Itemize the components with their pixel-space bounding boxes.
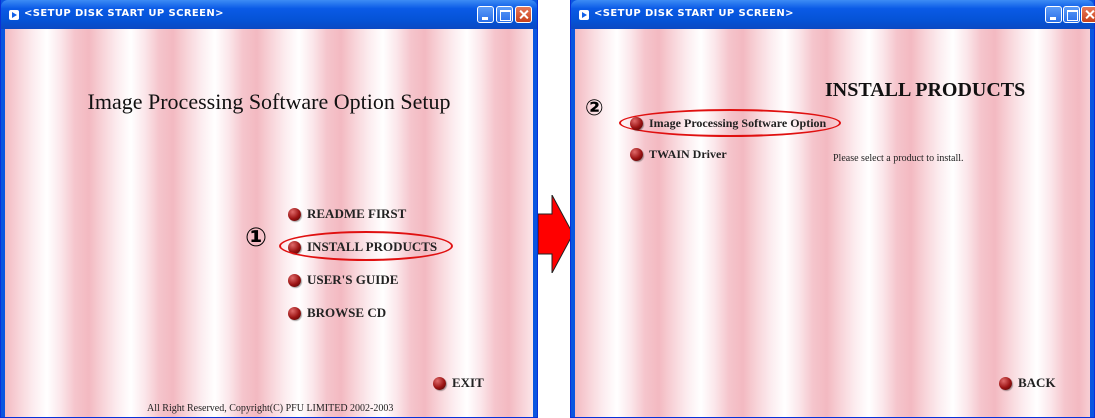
back-button[interactable]: BACK bbox=[999, 375, 1056, 391]
page-title: Image Processing Software Option Setup bbox=[87, 89, 451, 114]
window-title: <SETUP DISK START UP SCREEN> bbox=[594, 8, 794, 19]
app-icon[interactable] bbox=[9, 10, 19, 20]
title-bar[interactable]: <SETUP DISK START UP SCREEN> bbox=[571, 0, 1095, 29]
red-bullet-icon bbox=[288, 273, 301, 287]
red-bullet-icon bbox=[288, 207, 301, 221]
red-bullet-icon bbox=[433, 376, 446, 390]
menu-item-readme-first[interactable]: README FIRST bbox=[288, 206, 406, 222]
page-title: INSTALL PRODUCTS bbox=[825, 79, 1026, 101]
copyright-text: All Right Reserved, Copyright(C) PFU LIM… bbox=[147, 403, 394, 414]
product-label: TWAIN Driver bbox=[649, 147, 727, 161]
menu-item-users-guide[interactable]: USER'S GUIDE bbox=[288, 272, 398, 288]
red-bullet-icon bbox=[630, 148, 643, 161]
product-label: Image Processing Software Option bbox=[649, 116, 827, 130]
exit-label: EXIT bbox=[452, 375, 484, 390]
window-content: INSTALL PRODUCTS ② Image Processing Soft… bbox=[575, 29, 1090, 417]
menu-item-label: USER'S GUIDE bbox=[307, 272, 399, 287]
maximize-button[interactable] bbox=[496, 6, 513, 23]
exit-button[interactable]: EXIT bbox=[433, 375, 484, 391]
close-button[interactable] bbox=[1081, 6, 1095, 23]
product-twain-driver[interactable]: TWAIN Driver bbox=[630, 147, 727, 162]
highlight-ring bbox=[279, 231, 453, 261]
setup-window-main: <SETUP DISK START UP SCREEN> Image Proce… bbox=[0, 0, 538, 418]
app-icon[interactable] bbox=[579, 10, 589, 20]
minimize-button[interactable] bbox=[477, 6, 494, 23]
menu-item-label: BROWSE CD bbox=[307, 305, 387, 320]
instruction-text: Please select a product to install. bbox=[833, 153, 964, 164]
minimize-button[interactable] bbox=[1045, 6, 1062, 23]
red-bullet-icon bbox=[999, 376, 1012, 390]
step-marker-1: ① bbox=[245, 223, 268, 253]
back-label: BACK bbox=[1018, 375, 1056, 390]
setup-window-install-products: <SETUP DISK START UP SCREEN> INSTALL PRO… bbox=[570, 0, 1095, 418]
step-marker-2: ② bbox=[585, 96, 604, 121]
red-bullet-icon bbox=[288, 306, 301, 320]
window-title: <SETUP DISK START UP SCREEN> bbox=[24, 8, 224, 19]
red-bullet-icon bbox=[630, 117, 643, 130]
maximize-button[interactable] bbox=[1063, 6, 1080, 23]
right-arrow-icon bbox=[538, 195, 574, 273]
close-button[interactable] bbox=[515, 6, 532, 23]
product-image-processing-software-option[interactable]: Image Processing Software Option bbox=[630, 116, 826, 131]
window-content: Image Processing Software Option Setup R… bbox=[5, 29, 533, 417]
title-bar[interactable]: <SETUP DISK START UP SCREEN> bbox=[1, 0, 537, 29]
menu-item-label: README FIRST bbox=[307, 206, 407, 221]
menu-item-browse-cd[interactable]: BROWSE CD bbox=[288, 305, 386, 321]
